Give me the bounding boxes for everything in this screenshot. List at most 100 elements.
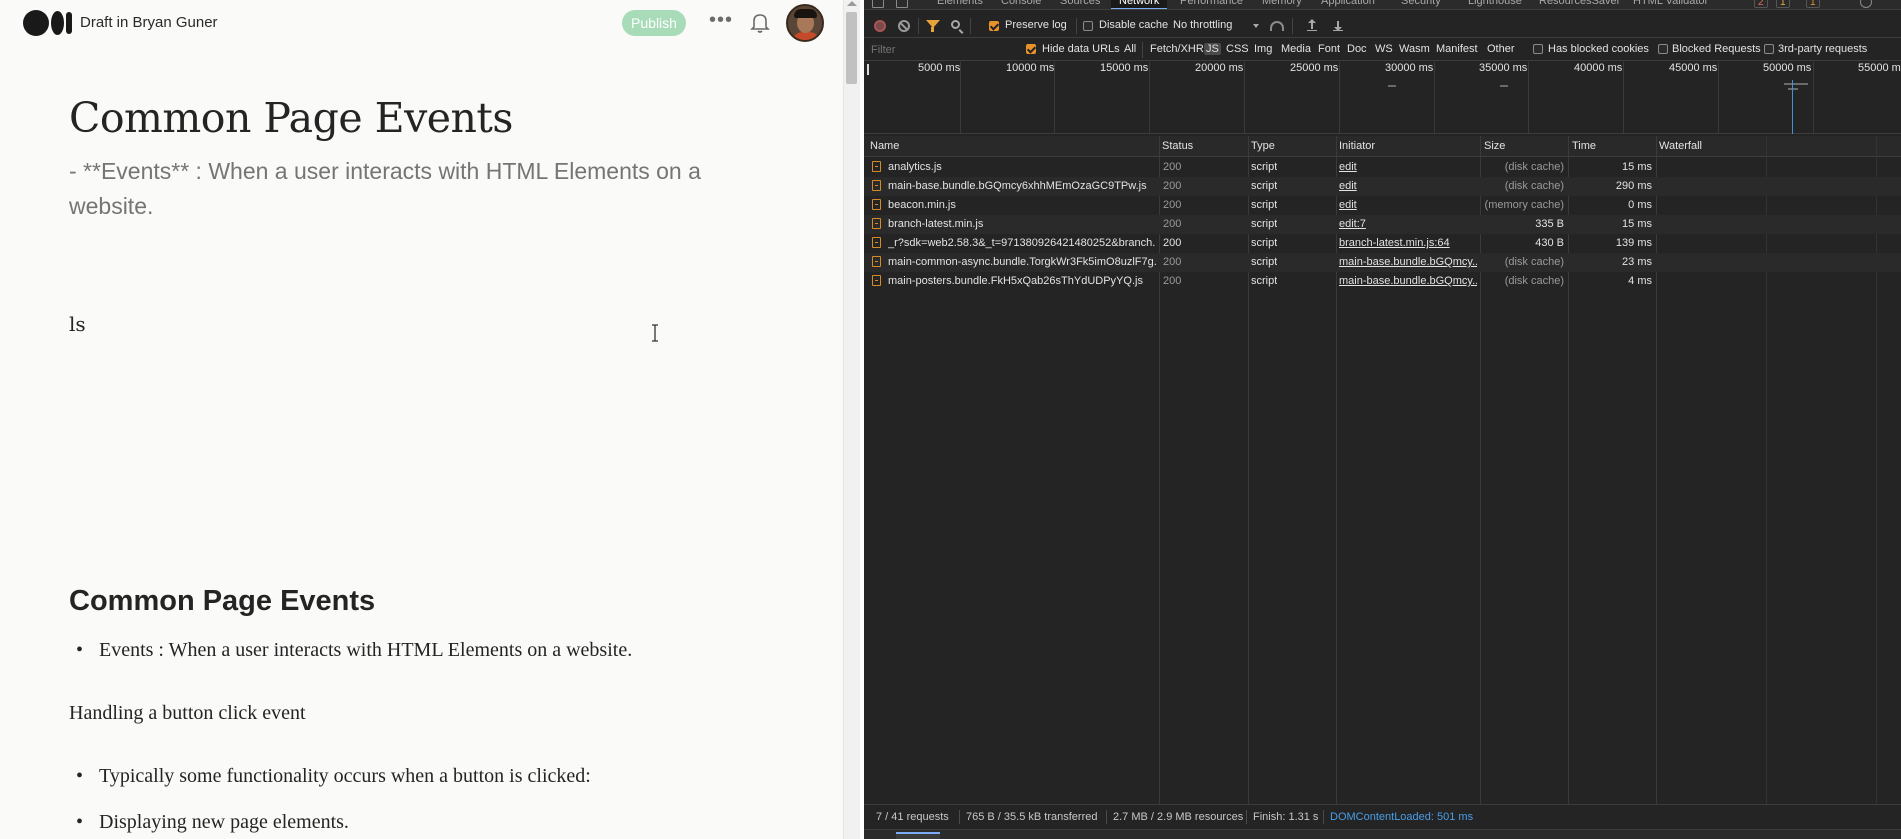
request-size: (disk cache) bbox=[1504, 256, 1564, 268]
divider bbox=[1142, 42, 1143, 58]
request-status: 200 bbox=[1163, 180, 1182, 192]
tab-performance[interactable]: Performance bbox=[1180, 0, 1243, 9]
network-conditions-icon[interactable] bbox=[1270, 21, 1284, 31]
story-subtitle[interactable]: - **Events** : When a user interacts wit… bbox=[69, 154, 749, 224]
hide-data-urls-checkbox[interactable] bbox=[1026, 44, 1036, 54]
table-row[interactable]: main-base.bundle.bGQmcy6xhhMEmOzaGC9TPw.… bbox=[864, 177, 1901, 196]
filter-wasm[interactable]: Wasm bbox=[1397, 43, 1432, 55]
tab-application[interactable]: Application bbox=[1321, 0, 1375, 9]
tab-elements[interactable]: Elements bbox=[937, 0, 983, 9]
more-options-button[interactable]: ••• bbox=[708, 9, 734, 35]
tab-network[interactable]: Network bbox=[1111, 0, 1168, 9]
column-size[interactable]: Size bbox=[1484, 140, 1505, 152]
request-initiator-link[interactable]: edit bbox=[1339, 180, 1477, 192]
timeline-grid bbox=[1244, 62, 1245, 134]
tab-memory[interactable]: Memory bbox=[1262, 0, 1302, 9]
filter-js[interactable]: JS bbox=[1204, 43, 1221, 55]
column-status[interactable]: Status bbox=[1162, 140, 1193, 152]
tab-security[interactable]: Security bbox=[1401, 0, 1441, 9]
column-type[interactable]: Type bbox=[1251, 140, 1275, 152]
preserve-log-checkbox[interactable] bbox=[989, 21, 999, 31]
column-name[interactable]: Name bbox=[870, 140, 899, 152]
table-row[interactable]: main-common-async.bundle.TorgkWr3Fk5imO8… bbox=[864, 253, 1901, 272]
throttling-select[interactable]: No throttling bbox=[1173, 19, 1232, 31]
gear-icon[interactable] bbox=[1860, 0, 1872, 8]
request-initiator-link[interactable]: edit bbox=[1339, 199, 1477, 211]
filter-input[interactable] bbox=[868, 41, 1016, 58]
user-avatar[interactable] bbox=[786, 4, 824, 42]
device-toolbar-icon[interactable] bbox=[896, 0, 908, 8]
list-item-text: Typically some functionality occurs when… bbox=[99, 765, 591, 787]
story-title[interactable]: Common Page Events bbox=[69, 94, 513, 142]
export-har-icon[interactable] bbox=[1333, 19, 1343, 31]
filter-manifest[interactable]: Manifest bbox=[1434, 43, 1480, 55]
filter-doc[interactable]: Doc bbox=[1345, 43, 1369, 55]
drawer-tab-console[interactable] bbox=[896, 832, 940, 839]
filter-other[interactable]: Other bbox=[1485, 43, 1517, 55]
table-row[interactable]: _r?sdk=web2.58.3&_t=971380926421480252&b… bbox=[864, 234, 1901, 253]
timeline-tick: 5000 ms bbox=[918, 62, 961, 74]
table-row[interactable]: main-posters.bundle.FkH5xQab26sThYdUDPyY… bbox=[864, 272, 1901, 291]
clear-button[interactable] bbox=[898, 20, 910, 32]
paragraph-ls[interactable]: ls bbox=[69, 312, 86, 336]
devtools-drawer[interactable] bbox=[864, 829, 1901, 839]
tab-lighthouse[interactable]: Lighthouse bbox=[1468, 0, 1522, 9]
paragraph[interactable]: Handling a button click event bbox=[69, 702, 306, 725]
request-type: script bbox=[1251, 256, 1278, 268]
column-initiator[interactable]: Initiator bbox=[1339, 140, 1375, 152]
filter-fetch-xhr[interactable]: Fetch/XHR bbox=[1148, 43, 1206, 55]
error-count-badge[interactable]: 2 bbox=[1754, 0, 1768, 8]
request-initiator-link[interactable]: edit bbox=[1339, 161, 1477, 173]
filter-img[interactable]: Img bbox=[1252, 43, 1274, 55]
filter-ws[interactable]: WS bbox=[1373, 43, 1395, 55]
bell-icon[interactable] bbox=[748, 10, 772, 36]
disable-cache-checkbox[interactable] bbox=[1083, 21, 1093, 31]
filter-all[interactable]: All bbox=[1122, 43, 1138, 55]
inspect-element-icon[interactable] bbox=[872, 0, 884, 8]
third-party-checkbox[interactable] bbox=[1764, 44, 1774, 54]
request-initiator-link[interactable]: main-base.bundle.bGQmcy... bbox=[1339, 275, 1477, 287]
column-waterfall[interactable]: Waterfall bbox=[1659, 140, 1702, 152]
tab-console[interactable]: Console bbox=[1001, 0, 1041, 9]
request-name: main-posters.bundle.FkH5xQab26sThYdUDPyY… bbox=[888, 275, 1143, 287]
editor-header: Draft in Bryan Guner Publish ••• bbox=[0, 0, 843, 44]
search-icon[interactable] bbox=[951, 20, 960, 29]
network-toolbar: Preserve log Disable cache No throttling bbox=[864, 14, 1901, 38]
request-status: 200 bbox=[1163, 237, 1182, 249]
table-row[interactable]: branch-latest.min.js 200 script edit:7 3… bbox=[864, 215, 1901, 234]
network-overview-timeline[interactable]: 5000 ms 10000 ms 15000 ms 20000 ms 25000… bbox=[864, 62, 1901, 134]
tab-sources[interactable]: Sources bbox=[1060, 0, 1100, 9]
import-har-icon[interactable] bbox=[1307, 19, 1317, 31]
list-item-text: Displaying new page elements. bbox=[99, 811, 349, 833]
blocked-requests-checkbox[interactable] bbox=[1658, 44, 1668, 54]
editor-scrollbar[interactable] bbox=[843, 0, 860, 839]
has-blocked-cookies-checkbox[interactable] bbox=[1533, 44, 1543, 54]
request-initiator-link[interactable]: edit:7 bbox=[1339, 218, 1477, 230]
tab-html-validator[interactable]: HTML Validator bbox=[1633, 0, 1708, 9]
record-button[interactable] bbox=[874, 20, 886, 32]
warning-count-badge[interactable]: 1 bbox=[1776, 0, 1790, 8]
issues-count-badge[interactable]: 1 bbox=[1806, 0, 1820, 8]
medium-logo-icon[interactable] bbox=[23, 10, 73, 36]
section-heading[interactable]: Common Page Events bbox=[69, 585, 375, 618]
filter-icon[interactable] bbox=[926, 20, 940, 32]
request-type: script bbox=[1251, 275, 1278, 287]
script-file-icon bbox=[872, 237, 881, 248]
filter-font[interactable]: Font bbox=[1316, 43, 1342, 55]
chevron-down-icon[interactable] bbox=[1253, 24, 1259, 28]
bullet-dot: • bbox=[76, 639, 84, 661]
filter-media[interactable]: Media bbox=[1279, 43, 1313, 55]
filter-css[interactable]: CSS bbox=[1224, 43, 1251, 55]
script-file-icon bbox=[872, 275, 881, 286]
table-row[interactable]: beacon.min.js 200 script edit (memory ca… bbox=[864, 196, 1901, 215]
tab-resourcessaver[interactable]: ResourcesSaver bbox=[1539, 0, 1620, 9]
column-time[interactable]: Time bbox=[1572, 140, 1596, 152]
request-initiator-link[interactable]: main-base.bundle.bGQmcy... bbox=[1339, 256, 1477, 268]
table-row[interactable]: analytics.js 200 script edit (disk cache… bbox=[864, 158, 1901, 177]
editor-scroll-thumb[interactable] bbox=[846, 12, 857, 84]
scroll-up-arrow-icon[interactable] bbox=[847, 1, 857, 6]
divider bbox=[1292, 18, 1293, 34]
publish-button[interactable]: Publish bbox=[622, 10, 686, 36]
request-initiator-link[interactable]: branch-latest.min.js:64 bbox=[1339, 237, 1477, 249]
requests-count: 7 / 41 requests bbox=[876, 811, 949, 823]
